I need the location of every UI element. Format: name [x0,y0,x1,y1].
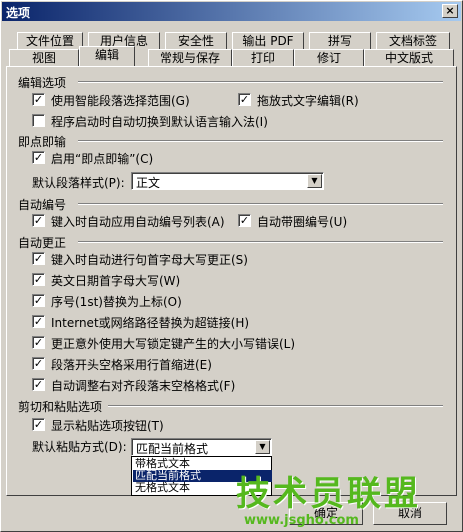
tab-doc-tabs[interactable]: 文档标签 [376,32,450,49]
edit-tab-panel [6,66,457,496]
tab-output-pdf[interactable]: 输出 PDF [232,32,304,49]
tab-edit[interactable]: 编辑 [79,46,135,66]
title-bar: 选项 × [2,2,461,21]
tab-general-save[interactable]: 常规与保存 [148,49,232,66]
tab-security[interactable]: 安全性 [165,32,227,49]
tab-revision[interactable]: 修订 [294,49,364,66]
watermark-url: www.jsgho.com [244,513,359,528]
watermark-logo: 技术员联盟 www.jsgho.com [236,466,421,528]
tab-print[interactable]: 打印 [232,49,294,66]
tab-file-location[interactable]: 文件位置 [17,32,83,49]
watermark-text: 技术员联盟 [236,474,421,514]
tab-chinese-layout[interactable]: 中文版式 [364,49,454,66]
close-icon[interactable]: × [442,4,458,18]
tab-spelling[interactable]: 拼写 [309,32,371,49]
tab-view[interactable]: 视图 [9,49,79,66]
window-title: 选项 [6,6,31,20]
